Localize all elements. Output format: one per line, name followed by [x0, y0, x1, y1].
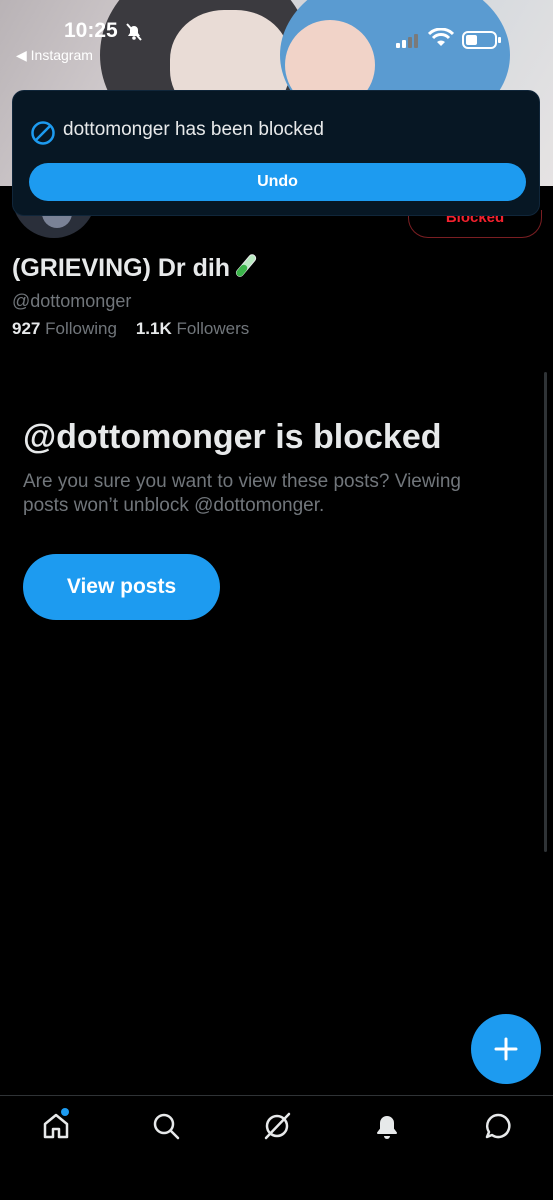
undo-button[interactable]: Undo: [29, 163, 526, 201]
bottom-nav: [0, 1095, 553, 1200]
compose-button[interactable]: [471, 1014, 541, 1084]
status-bar: 10:25 ◀ Instagram: [0, 0, 553, 64]
search-icon[interactable]: [151, 1111, 181, 1141]
status-time: 10:25: [64, 19, 118, 42]
blocked-icon: [31, 121, 55, 145]
blocked-title: @dottomonger is blocked: [23, 418, 442, 456]
battery-icon: [462, 31, 501, 49]
followers-count: 1.1K: [135, 319, 172, 338]
display-name: (GRIEVING) Dr dih: [12, 253, 258, 283]
plus-icon: [494, 1037, 518, 1061]
messages-icon[interactable]: [483, 1111, 513, 1141]
following-link[interactable]: 927 Following: [12, 319, 117, 338]
display-name-text: (GRIEVING) Dr dih: [12, 254, 231, 282]
blocked-toast: dottomonger has been blocked Undo: [12, 90, 540, 216]
wifi-icon: [428, 28, 454, 46]
bell-slash-icon: [126, 23, 142, 41]
toast-message: dottomonger has been blocked: [63, 119, 324, 140]
followers-label: Followers: [176, 319, 250, 338]
back-to-instagram[interactable]: ◀ Instagram: [16, 47, 93, 64]
profile-handle: @dottomonger: [12, 291, 132, 311]
following-label: Following: [45, 319, 117, 338]
follow-counts: 927 Following 1.1K Followers: [12, 319, 249, 339]
notifications-icon[interactable]: [372, 1111, 402, 1141]
home-unread-dot: [61, 1108, 69, 1116]
blocked-description: Are you sure you want to view these post…: [23, 471, 461, 516]
scrollbar[interactable]: [544, 372, 547, 852]
following-count: 927: [12, 319, 41, 338]
grok-icon[interactable]: [262, 1111, 292, 1141]
test-tube-icon: [235, 254, 257, 277]
signal-icon: [396, 34, 418, 48]
followers-link[interactable]: 1.1K Followers: [136, 319, 249, 338]
view-posts-button[interactable]: View posts: [23, 554, 220, 620]
